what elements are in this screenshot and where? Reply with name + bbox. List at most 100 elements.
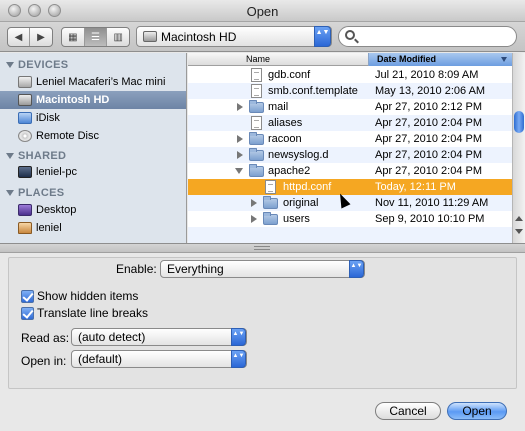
folder-icon bbox=[249, 132, 264, 145]
window-title: Open bbox=[246, 4, 279, 19]
open-in-popup[interactable]: (default) ▲▼ bbox=[71, 350, 247, 368]
options-panel: Enable: Everything ▲▼ Show hidden items … bbox=[0, 253, 525, 431]
sidebar-item-leniel-pc[interactable]: leniel-pc bbox=[0, 163, 186, 181]
sidebar-item-desktop[interactable]: Desktop bbox=[0, 201, 186, 219]
popup-arrows-icon: ▲▼ bbox=[314, 26, 331, 47]
read-as-popup[interactable]: (auto detect) ▲▼ bbox=[71, 328, 247, 346]
desktop-icon bbox=[18, 204, 32, 216]
location-label: Macintosh HD bbox=[161, 30, 237, 44]
sidebar: DEVICES Leniel Macaferi’s Mac mini Macin… bbox=[0, 53, 187, 243]
file-date: Apr 27, 2010 2:04 PM bbox=[375, 165, 483, 177]
back-forward-control: ◀ ▶ bbox=[7, 27, 53, 47]
column-header: Name Date Modified bbox=[188, 53, 513, 66]
file-row[interactable]: racoon Apr 27, 2010 2:04 PM bbox=[188, 131, 513, 147]
popup-arrows-icon: ▲▼ bbox=[231, 328, 246, 346]
forward-button[interactable]: ▶ bbox=[30, 28, 52, 46]
sidebar-section-shared[interactable]: SHARED bbox=[6, 150, 66, 162]
document-icon bbox=[251, 116, 262, 130]
disclosure-triangle-expanded-icon[interactable] bbox=[235, 168, 243, 174]
file-list: Name Date Modified gdb.conf Jul 21, 2010… bbox=[188, 53, 525, 243]
translate-line-breaks-checkbox[interactable] bbox=[21, 307, 34, 320]
back-arrow-icon: ◀ bbox=[14, 31, 23, 43]
file-date: Apr 27, 2010 2:04 PM bbox=[375, 149, 483, 161]
back-button[interactable]: ◀ bbox=[8, 28, 30, 46]
view-mode-control: ▦ ☰ ▥ bbox=[61, 27, 130, 47]
folder-icon bbox=[263, 196, 278, 209]
sidebar-item-label: leniel bbox=[36, 222, 62, 234]
open-in-label: Open in: bbox=[21, 354, 67, 368]
file-row[interactable]: original Nov 11, 2010 11:29 AM bbox=[188, 195, 513, 211]
file-row[interactable]: aliases Apr 27, 2010 2:04 PM bbox=[188, 115, 513, 131]
sidebar-item-mac-mini[interactable]: Leniel Macaferi’s Mac mini bbox=[0, 73, 186, 91]
file-row[interactable]: newsyslog.d Apr 27, 2010 2:04 PM bbox=[188, 147, 513, 163]
enable-popup[interactable]: Everything ▲▼ bbox=[160, 260, 365, 278]
scroll-down-arrow-icon[interactable] bbox=[515, 229, 523, 234]
file-row[interactable]: apache2 Apr 27, 2010 2:04 PM bbox=[188, 163, 513, 179]
sidebar-item-label: Leniel Macaferi’s Mac mini bbox=[36, 76, 166, 88]
icon-view-icon: ▦ bbox=[68, 31, 78, 43]
title-bar: Open bbox=[0, 0, 525, 22]
file-name: httpd.conf bbox=[283, 181, 332, 193]
open-button[interactable]: Open bbox=[447, 402, 507, 420]
disclosure-triangle-icon bbox=[6, 62, 14, 68]
disclosure-triangle-icon[interactable] bbox=[237, 103, 243, 111]
file-date: Jul 21, 2010 8:09 AM bbox=[375, 69, 479, 81]
file-name: users bbox=[283, 213, 310, 225]
sidebar-item-label: leniel-pc bbox=[36, 166, 77, 178]
file-row[interactable]: gdb.conf Jul 21, 2010 8:09 AM bbox=[188, 67, 513, 83]
column-view-button[interactable]: ▥ bbox=[107, 28, 129, 46]
sidebar-item-leniel[interactable]: leniel bbox=[0, 219, 186, 237]
folder-icon bbox=[249, 100, 264, 113]
sidebar-section-devices[interactable]: DEVICES bbox=[6, 59, 68, 71]
file-row[interactable]: smb.conf.template May 13, 2010 2:06 AM bbox=[188, 83, 513, 99]
hard-drive-icon bbox=[18, 94, 32, 106]
search-field[interactable] bbox=[338, 26, 517, 47]
document-icon bbox=[265, 180, 276, 194]
hard-drive-icon bbox=[143, 31, 157, 42]
disclosure-triangle-icon[interactable] bbox=[251, 199, 257, 207]
remote-disc-icon bbox=[18, 130, 32, 142]
document-icon bbox=[251, 68, 262, 82]
location-popup[interactable]: Macintosh HD ▲▼ bbox=[136, 26, 332, 47]
file-row-selected[interactable]: httpd.conf Today, 12:11 PM bbox=[188, 179, 513, 195]
icon-view-button[interactable]: ▦ bbox=[62, 28, 85, 46]
file-date: Apr 27, 2010 2:04 PM bbox=[375, 133, 483, 145]
column-view-icon: ▥ bbox=[113, 31, 123, 43]
disclosure-triangle-icon[interactable] bbox=[251, 215, 257, 223]
file-name: original bbox=[283, 197, 319, 209]
sidebar-item-idisk[interactable]: iDisk bbox=[0, 109, 186, 127]
scrollbar-thumb[interactable] bbox=[514, 111, 524, 133]
file-row-partial bbox=[188, 227, 513, 243]
network-computer-icon bbox=[18, 166, 32, 178]
popup-arrows-icon: ▲▼ bbox=[231, 350, 246, 368]
sidebar-item-label: Desktop bbox=[36, 204, 77, 216]
sidebar-item-label: Remote Disc bbox=[36, 130, 99, 142]
file-row[interactable]: mail Apr 27, 2010 2:12 PM bbox=[188, 99, 513, 115]
sidebar-section-places[interactable]: PLACES bbox=[6, 187, 64, 199]
list-view-button[interactable]: ☰ bbox=[84, 28, 108, 46]
sidebar-item-macintosh-hd[interactable]: Macintosh HD bbox=[0, 91, 186, 109]
file-list-scrollbar[interactable] bbox=[512, 53, 525, 243]
scroll-up-arrow-icon[interactable] bbox=[515, 216, 523, 221]
idisk-icon bbox=[18, 112, 32, 124]
show-hidden-checkbox[interactable] bbox=[21, 290, 34, 303]
open-in-value: (default) bbox=[78, 352, 123, 366]
disclosure-triangle-icon bbox=[6, 153, 14, 159]
file-name: apache2 bbox=[268, 165, 311, 177]
file-row[interactable]: users Sep 9, 2010 10:10 PM bbox=[188, 211, 513, 227]
disclosure-triangle-icon[interactable] bbox=[237, 135, 243, 143]
computer-icon bbox=[18, 76, 32, 88]
show-hidden-label: Show hidden items bbox=[37, 289, 139, 303]
cancel-button[interactable]: Cancel bbox=[375, 402, 441, 420]
sidebar-item-remote-disc[interactable]: Remote Disc bbox=[0, 127, 186, 145]
forward-arrow-icon: ▶ bbox=[37, 31, 45, 43]
folder-icon bbox=[249, 164, 264, 177]
search-icon bbox=[345, 30, 355, 40]
disclosure-triangle-icon bbox=[6, 190, 14, 196]
column-header-date-modified[interactable]: Date Modified bbox=[368, 53, 513, 66]
folder-icon bbox=[263, 212, 278, 225]
split-divider[interactable] bbox=[0, 243, 525, 253]
disclosure-triangle-icon[interactable] bbox=[237, 151, 243, 159]
column-header-name[interactable]: Name bbox=[246, 53, 270, 66]
read-as-label: Read as: bbox=[21, 331, 70, 345]
